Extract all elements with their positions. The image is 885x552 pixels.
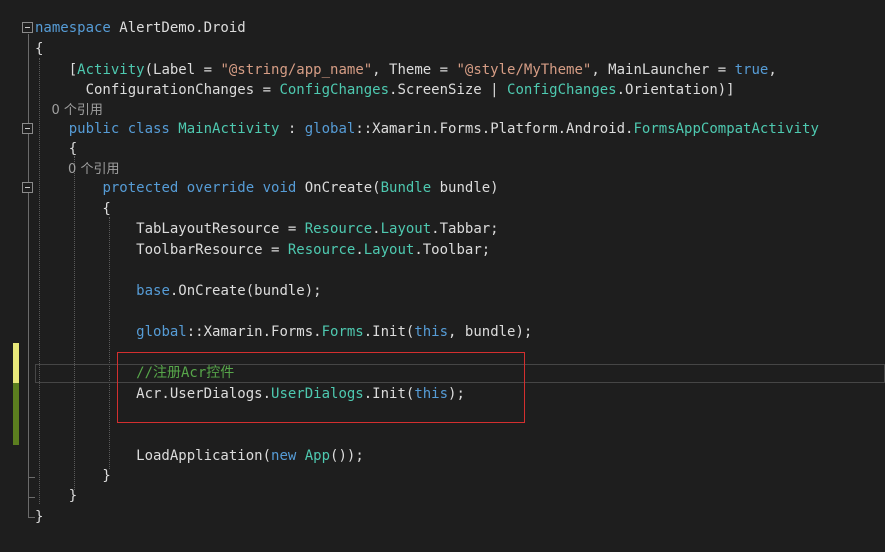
code-line[interactable]: TabLayoutResource = Resource.Layout.Tabb…: [35, 219, 499, 240]
code-token: .ScreenSize |: [389, 82, 508, 98]
fold-end-marker: [28, 477, 35, 478]
code-token: bundle): [431, 180, 499, 196]
collapse-namespace-icon[interactable]: [22, 22, 33, 33]
code-token: ::Xamarin.Forms.Platform.Android.: [355, 121, 634, 137]
code-token: ConfigChanges: [279, 82, 390, 98]
code-token: MainActivity: [178, 121, 280, 137]
code-token: .Init(: [363, 324, 415, 340]
annotation-highlight-box: [117, 352, 525, 423]
reference-count[interactable]: 0 个引用: [35, 159, 119, 180]
code-editor[interactable]: namespace AlertDemo.Droid { [Activity(La…: [0, 0, 885, 552]
code-token: FormsAppCompatActivity: [633, 121, 819, 137]
code-line[interactable]: {: [35, 39, 43, 60]
code-token: public class: [68, 121, 179, 137]
code-token: global: [136, 324, 187, 340]
code-line[interactable]: }: [35, 466, 111, 487]
code-token: .Orientation)]: [616, 82, 735, 98]
reference-count[interactable]: 0 个引用: [35, 100, 103, 121]
code-line[interactable]: ConfigurationChanges = ConfigChanges.Scr…: [35, 80, 735, 101]
code-token: .Toolbar;: [414, 242, 491, 258]
code-token: namespace: [35, 20, 111, 36]
code-token: }: [35, 488, 78, 504]
code-token: Bundle: [380, 180, 432, 196]
code-token: true: [734, 62, 769, 78]
code-token: Activity: [77, 62, 145, 78]
code-token: , Theme =: [372, 62, 457, 78]
code-line[interactable]: [Activity(Label = "@string/app_name", Th…: [35, 60, 777, 81]
code-token: ConfigChanges: [507, 82, 617, 98]
code-token: global: [304, 121, 356, 137]
saved-change-marker: [13, 383, 19, 445]
code-line[interactable]: LoadApplication(new App());: [35, 446, 364, 467]
code-token: protected override void: [102, 180, 305, 196]
code-token: .Tabbar;: [431, 221, 499, 237]
code-token: ,: [768, 62, 777, 78]
code-token: :: [279, 121, 305, 137]
code-token: (Label =: [144, 62, 221, 78]
code-token: Layout: [363, 242, 415, 258]
code-token: base: [136, 283, 170, 299]
code-token: }: [35, 509, 44, 525]
code-token: , MainLauncher =: [591, 62, 735, 78]
code-token: ::Xamarin.Forms.: [186, 324, 322, 340]
code-token: [: [35, 62, 78, 78]
code-token: {: [35, 141, 78, 157]
code-line[interactable]: {: [35, 139, 77, 160]
code-line[interactable]: global::Xamarin.Forms.Forms.Init(this, b…: [35, 322, 532, 343]
code-token: TabLayoutResource =: [35, 221, 305, 237]
code-token: App: [304, 448, 331, 464]
code-token: Layout: [380, 221, 432, 237]
code-token: Resource: [304, 221, 373, 237]
code-token: .: [372, 221, 381, 237]
code-token: new: [271, 448, 305, 464]
code-token: ());: [330, 448, 364, 464]
code-line[interactable]: namespace AlertDemo.Droid: [35, 18, 246, 39]
code-token: {: [35, 41, 44, 57]
code-token: ToolbarResource =: [35, 242, 288, 258]
collapse-class-icon[interactable]: [22, 123, 33, 134]
collapse-method-icon[interactable]: [22, 182, 33, 193]
code-line[interactable]: protected override void OnCreate(Bundle …: [35, 178, 499, 199]
code-token: LoadApplication(: [35, 448, 272, 464]
code-line[interactable]: ToolbarResource = Resource.Layout.Toolba…: [35, 240, 490, 261]
code-line[interactable]: base.OnCreate(bundle);: [35, 281, 322, 302]
code-token: , bundle);: [448, 324, 533, 340]
code-line[interactable]: public class MainActivity : global::Xama…: [35, 119, 819, 140]
code-token: {: [35, 201, 111, 217]
reference-count-text[interactable]: 0 个引用: [35, 103, 103, 118]
code-line[interactable]: }: [35, 507, 43, 528]
code-token: .OnCreate(bundle);: [169, 283, 322, 299]
fold-end-marker: [28, 517, 35, 518]
code-token: "@string/app_name": [220, 62, 373, 78]
fold-end-marker: [28, 497, 35, 498]
code-token: Forms: [321, 324, 364, 340]
code-token: .: [355, 242, 364, 258]
code-token: Resource: [287, 242, 356, 258]
code-token: }: [35, 468, 111, 484]
code-line[interactable]: }: [35, 486, 77, 507]
code-token: OnCreate(: [304, 180, 381, 196]
code-line[interactable]: {: [35, 199, 111, 220]
code-token: this: [414, 324, 449, 340]
code-token: ConfigurationChanges =: [35, 82, 280, 98]
code-token: AlertDemo.Droid: [110, 20, 246, 36]
fold-line: [28, 34, 29, 518]
code-token: "@style/MyTheme": [456, 62, 592, 78]
unsaved-change-marker: [13, 343, 19, 383]
reference-count-text[interactable]: 0 个引用: [35, 162, 119, 177]
